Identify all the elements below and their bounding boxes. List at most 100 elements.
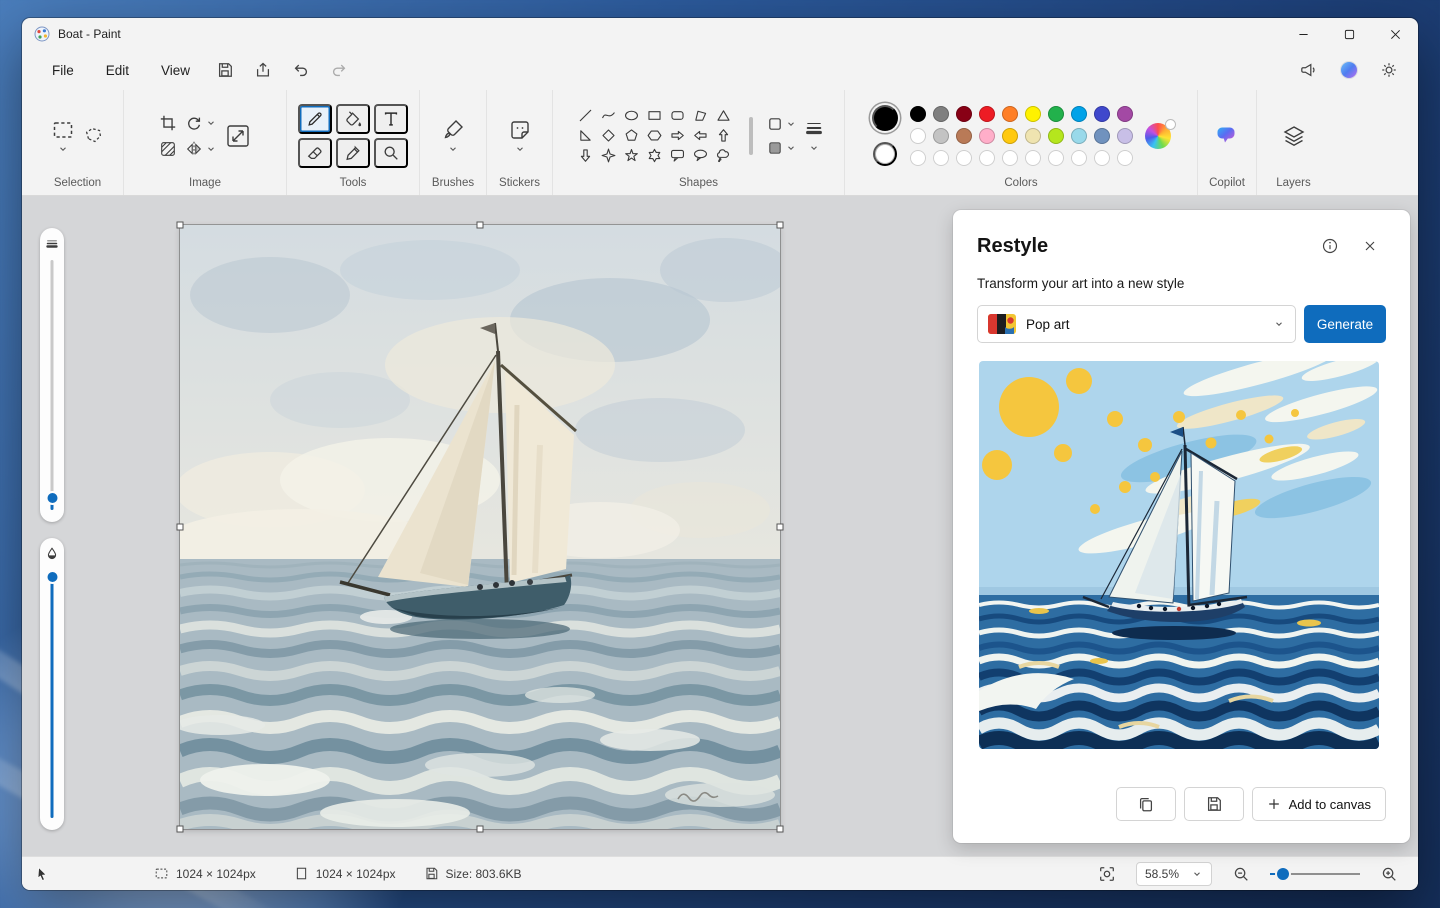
shape-rounded-rectangle-button[interactable] xyxy=(666,106,689,126)
shape-triangle-button[interactable] xyxy=(712,106,735,126)
opacity-track[interactable] xyxy=(51,570,54,818)
restyle-close-button[interactable] xyxy=(1354,230,1386,262)
menu-file[interactable]: File xyxy=(38,57,88,84)
shape-polygon-button[interactable] xyxy=(689,106,712,126)
free-form-selection-button[interactable] xyxy=(83,125,105,147)
color-swatch-empty[interactable] xyxy=(1117,150,1133,166)
stickers-button[interactable] xyxy=(508,118,532,142)
color-swatch-#000000[interactable] xyxy=(910,106,926,122)
opacity-slider[interactable] xyxy=(40,538,64,830)
shapes-scrollbar[interactable] xyxy=(749,117,753,155)
shape-hexagon-button[interactable] xyxy=(643,126,666,146)
color-swatch-empty[interactable] xyxy=(1002,150,1018,166)
layers-button[interactable] xyxy=(1282,124,1306,148)
selection-handle[interactable] xyxy=(177,826,184,833)
color-swatch-empty[interactable] xyxy=(1071,150,1087,166)
shape-callout-oval-button[interactable] xyxy=(689,146,712,166)
color-swatch-#b97a57[interactable] xyxy=(956,128,972,144)
selection-handle[interactable] xyxy=(777,222,784,229)
shape-callout-rounded-button[interactable] xyxy=(666,146,689,166)
shape-outline-button[interactable] xyxy=(767,116,797,132)
shape-callout-cloud-button[interactable] xyxy=(712,146,735,166)
brushes-dropdown[interactable] xyxy=(447,144,459,154)
save-button[interactable] xyxy=(208,54,242,86)
redo-button[interactable] xyxy=(322,54,356,86)
stroke-size-dropdown[interactable] xyxy=(808,143,820,153)
color-swatch-#22b14c[interactable] xyxy=(1048,106,1064,122)
selection-rectangle-button[interactable] xyxy=(51,118,75,142)
close-button[interactable] xyxy=(1372,18,1418,50)
zoom-slider[interactable] xyxy=(1270,867,1360,881)
shape-right-triangle-button[interactable] xyxy=(574,126,597,146)
shape-fill-button[interactable] xyxy=(767,140,797,156)
color-swatch-#b5e61d[interactable] xyxy=(1048,128,1064,144)
tool-text[interactable] xyxy=(374,104,408,134)
stroke-width-thumb[interactable] xyxy=(47,493,57,503)
settings-button[interactable] xyxy=(1372,54,1406,86)
color-swatch-#ff7f27[interactable] xyxy=(1002,106,1018,122)
stroke-width-slider[interactable] xyxy=(40,228,64,522)
shape-rectangle-button[interactable] xyxy=(643,106,666,126)
edit-colors-button[interactable] xyxy=(1145,123,1171,149)
zoom-in-button[interactable] xyxy=(1372,858,1406,890)
drawing-canvas[interactable] xyxy=(180,225,780,829)
secondary-color-swatch[interactable] xyxy=(873,142,897,166)
tool-fill[interactable] xyxy=(336,104,370,134)
color-swatch-empty[interactable] xyxy=(933,150,949,166)
shape-star-four-button[interactable] xyxy=(597,146,620,166)
color-swatch-#7092be[interactable] xyxy=(1094,128,1110,144)
selection-handle[interactable] xyxy=(177,524,184,531)
share-button[interactable] xyxy=(246,54,280,86)
remove-background-button[interactable] xyxy=(159,140,177,158)
color-swatch-#99d9ea[interactable] xyxy=(1071,128,1087,144)
menu-edit[interactable]: Edit xyxy=(92,57,143,84)
color-swatch-#ffffff[interactable] xyxy=(910,128,926,144)
color-swatch-empty[interactable] xyxy=(956,150,972,166)
color-swatch-#ed1c24[interactable] xyxy=(979,106,995,122)
color-swatch-#a349a4[interactable] xyxy=(1117,106,1133,122)
minimize-button[interactable] xyxy=(1280,18,1326,50)
save-result-button[interactable] xyxy=(1184,787,1244,821)
generate-button[interactable]: Generate xyxy=(1304,305,1386,343)
color-swatch-#ffc90e[interactable] xyxy=(1002,128,1018,144)
color-swatch-#c3c3c3[interactable] xyxy=(933,128,949,144)
shape-star-five-button[interactable] xyxy=(620,146,643,166)
maximize-button[interactable] xyxy=(1326,18,1372,50)
shape-line-button[interactable] xyxy=(574,106,597,126)
selection-handle[interactable] xyxy=(777,826,784,833)
restyle-info-button[interactable] xyxy=(1314,230,1346,262)
resize-button[interactable] xyxy=(225,123,251,149)
rotate-button[interactable] xyxy=(185,114,217,132)
zoom-slider-thumb[interactable] xyxy=(1277,868,1289,880)
shape-diamond-button[interactable] xyxy=(597,126,620,146)
selection-handle[interactable] xyxy=(477,222,484,229)
color-swatch-#7f7f7f[interactable] xyxy=(933,106,949,122)
stickers-dropdown[interactable] xyxy=(514,144,526,154)
shape-arrow-up-button[interactable] xyxy=(712,126,735,146)
menu-view[interactable]: View xyxy=(147,57,204,84)
account-button[interactable] xyxy=(1332,54,1366,86)
tool-color-picker[interactable] xyxy=(336,138,370,168)
selection-dropdown[interactable] xyxy=(57,144,69,154)
zoom-fit-button[interactable] xyxy=(1090,858,1124,890)
zoom-level-dropdown[interactable]: 58.5% xyxy=(1136,862,1212,886)
color-swatch-#880015[interactable] xyxy=(956,106,972,122)
tool-pencil[interactable] xyxy=(298,104,332,134)
shape-curve-button[interactable] xyxy=(597,106,620,126)
color-swatch-#00a2e8[interactable] xyxy=(1071,106,1087,122)
color-swatch-#c8bfe7[interactable] xyxy=(1117,128,1133,144)
shape-arrow-right-button[interactable] xyxy=(666,126,689,146)
color-swatch-#efe4b0[interactable] xyxy=(1025,128,1041,144)
color-swatch-empty[interactable] xyxy=(979,150,995,166)
shape-arrow-down-button[interactable] xyxy=(574,146,597,166)
tool-magnifier[interactable] xyxy=(374,138,408,168)
flip-button[interactable] xyxy=(185,140,217,158)
color-swatch-empty[interactable] xyxy=(1025,150,1041,166)
selection-handle[interactable] xyxy=(777,524,784,531)
color-swatch-#fff200[interactable] xyxy=(1025,106,1041,122)
color-swatch-#3f48cc[interactable] xyxy=(1094,106,1110,122)
selection-handle[interactable] xyxy=(177,222,184,229)
stroke-size-button[interactable] xyxy=(805,119,823,137)
feedback-button[interactable] xyxy=(1292,54,1326,86)
zoom-out-button[interactable] xyxy=(1224,858,1258,890)
